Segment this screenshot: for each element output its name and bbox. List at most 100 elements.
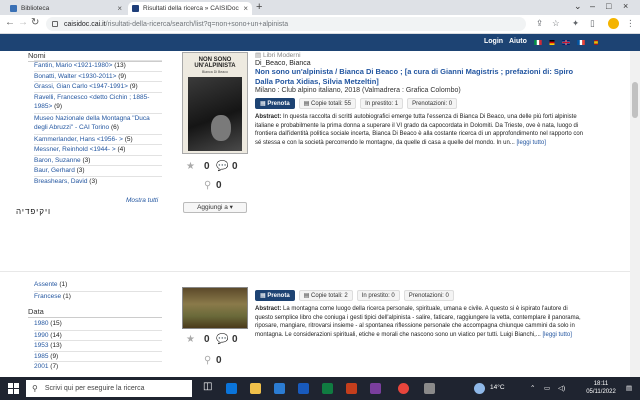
facet-item-label[interactable]: Baur, Gerhard [34,167,75,174]
new-tab-icon[interactable]: + [256,1,262,13]
facet-item-label[interactable]: 1985> [34,103,52,110]
facet-item[interactable]: 2001 (7) [34,361,162,372]
scrollbar-thumb[interactable] [632,82,638,118]
read-more-link[interactable]: [leggi tutto] [517,140,546,146]
add-to-list-button[interactable]: Aggiungi a ▾ [183,202,247,213]
show-all-authors-link[interactable]: Mostra tutti [126,197,158,204]
book-cover-image[interactable] [182,287,248,329]
taskbar-search-input[interactable]: ⚲ Scrivi qui per eseguire la ricerca [26,380,192,397]
reservations-badge: Prenotazioni: 0 [407,98,458,109]
share-icon[interactable]: ⇪ [536,18,543,29]
minimize-icon[interactable]: – [590,1,595,11]
tray-chevron-icon[interactable]: ⌃ [530,384,535,392]
notification-icon[interactable]: ▤ [626,384,632,392]
reserve-button[interactable]: ▦ Prenota [255,290,295,301]
facet-item-label[interactable]: Bonatti, Walter <1930-2011> [34,73,116,80]
facet-item[interactable]: Baron, Suzanne (3) [34,154,162,166]
sidebar-panel-icon[interactable]: ▯ [590,18,595,29]
volume-icon[interactable]: ◁) [558,384,565,392]
star-icon[interactable]: ★ [186,161,195,172]
facet-item-label[interactable]: 1985 [34,353,48,360]
facet-item-label[interactable]: Museo Nazionale della Montagna "Duca [34,115,150,122]
facet-item[interactable]: Messner, Reinhold <1944- > (4) [34,144,162,155]
result-title-link[interactable]: Non sono un'alpinista / Bianca Di Beaco … [255,67,583,86]
facet-item-label[interactable]: degli Abruzzi" - CAI Torino [34,124,109,131]
close-tab-icon[interactable]: × [243,4,248,13]
book-cover-image[interactable]: NON SONO UN'ALPINISTA Bianca Di Beaco [182,52,248,154]
extensions-icon[interactable]: ✦ [572,18,579,29]
comment-icon[interactable]: 💬 [216,334,228,345]
powerpoint-icon[interactable] [346,383,357,394]
bookmark-star-icon[interactable]: ☆ [552,18,560,29]
facet-item-label[interactable]: 1980 [34,320,48,327]
facet-item[interactable]: Francese (1) [34,290,162,302]
edge-browser-icon[interactable] [226,383,237,394]
facet-item-label[interactable]: 1953 [34,342,48,349]
facet-item[interactable]: Grassi, Gian Carlo <1947-1991> (9) [34,81,162,92]
reload-icon[interactable]: ↻ [31,17,39,28]
weather-icon[interactable] [474,383,485,394]
tab-search-results[interactable]: Risultati della ricerca » CAISIDoc × [128,2,252,15]
facet-item-label[interactable]: Assente [34,281,58,288]
address-toolbar: ← → ↻ caisidoc.cai.it /risultati-della-r… [0,15,640,34]
german-flag-icon[interactable] [548,40,556,45]
facet-item-label[interactable]: Kammerlander, Hans <1956- > [34,136,123,143]
facet-item[interactable]: Baur, Gerhard (3) [34,165,162,176]
french-flag-icon[interactable] [577,40,585,45]
file-explorer-icon[interactable] [250,383,261,394]
comment-icon[interactable]: 💬 [216,161,228,172]
chrome-icon[interactable] [398,383,409,394]
facet-item[interactable]: Fantin, Mario <1921-1980> (13) [34,60,162,71]
weather-temperature[interactable]: 14°C [490,384,505,391]
facet-item[interactable]: Breashears, David (3) [34,175,162,187]
address-bar[interactable]: caisidoc.cai.it /risultati-della-ricerca… [46,17,526,31]
tab-biblioteca[interactable]: Biblioteca × [6,2,126,15]
facet-item-label[interactable]: Ravelli, Francesco <detto Cichin ; 1885- [34,94,149,101]
facet-item-label[interactable]: Messner, Reinhold <1944- > [34,146,116,153]
windows-start-icon[interactable] [8,383,19,394]
facet-item-label[interactable]: Fantin, Mario <1921-1980> [34,62,112,69]
close-tab-icon[interactable]: × [117,4,122,13]
facet-item[interactable]: Ravelli, Francesco <detto Cichin ; 1885- [34,91,162,103]
tab-search-chevron-icon[interactable]: ⌄ [574,1,582,12]
taskbar-clock[interactable]: 18:11 05/11/2022 [582,380,620,396]
close-window-icon[interactable]: × [623,1,628,11]
login-link[interactable]: Login [484,38,503,45]
italian-flag-icon[interactable] [534,40,542,45]
english-flag-icon[interactable] [562,40,570,45]
star-icon[interactable]: ★ [186,334,195,345]
task-view-icon[interactable]: ◫ [203,381,212,392]
app-icon[interactable] [370,383,381,394]
forward-icon[interactable]: → [18,17,28,28]
facet-item[interactable]: 1990 (14) [34,329,162,341]
facet-item[interactable]: 1953 (13) [34,340,162,351]
maximize-icon[interactable]: □ [606,1,611,11]
facet-item[interactable]: 1985 (9) [34,350,162,362]
facet-item[interactable]: 1980 (15) [34,319,162,330]
facet-item-label[interactable]: 1990 [34,332,48,339]
word-icon[interactable] [298,383,309,394]
facet-item-label[interactable]: Francese [34,293,61,300]
profile-avatar[interactable] [608,18,619,29]
result-author[interactable]: Di_Beaco, Bianca [255,60,583,67]
reserve-button[interactable]: ▦ Prenota [255,98,295,109]
spanish-flag-icon[interactable] [592,40,600,45]
mail-icon[interactable] [274,383,285,394]
facet-item-label[interactable]: Baron, Suzanne [34,157,81,164]
back-icon[interactable]: ← [5,17,15,28]
network-icon[interactable]: ▭ [544,384,550,392]
facet-item[interactable]: Assente (1) [34,280,162,291]
settings-icon[interactable] [424,383,435,394]
facet-item-label[interactable]: Breashears, David [34,178,87,185]
help-link[interactable]: Aiuto [509,38,527,45]
excel-icon[interactable] [322,383,333,394]
facet-item[interactable]: degli Abruzzi" - CAI Torino (6) [34,123,162,134]
menu-kebab-icon[interactable]: ⋮ [626,18,635,29]
facet-item[interactable]: Kammerlander, Hans <1956- > (5) [34,133,162,145]
facet-item[interactable]: Museo Nazionale della Montagna "Duca [34,112,162,124]
read-more-link[interactable]: [leggi tutto] [543,332,572,338]
facet-item-label[interactable]: Grassi, Gian Carlo <1947-1991> [34,83,128,90]
facet-item[interactable]: 1985> (9) [34,102,162,113]
facet-item[interactable]: Bonatti, Walter <1930-2011> (9) [34,70,162,82]
facet-item-label[interactable]: 2001 [34,363,48,370]
